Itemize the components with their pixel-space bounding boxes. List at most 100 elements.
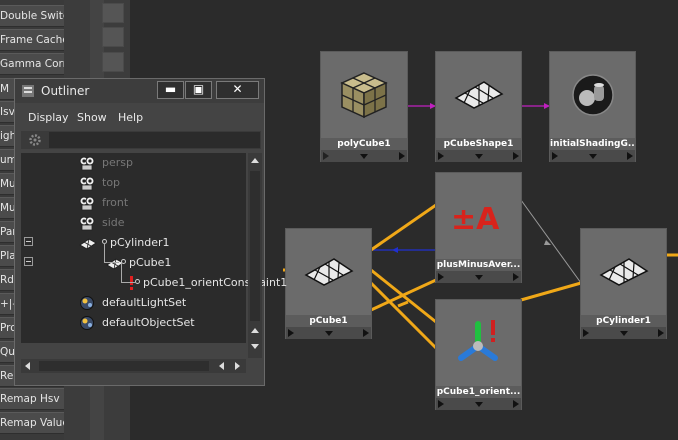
outliner-item[interactable]: front: [21, 193, 246, 213]
menu-show[interactable]: Show: [77, 111, 107, 124]
outliner-search-input[interactable]: [49, 132, 260, 148]
output-port-icon[interactable]: [513, 152, 519, 160]
edge-arrow: [392, 247, 398, 253]
input-port-icon[interactable]: [288, 329, 294, 337]
node-plusminusaverage[interactable]: ±A plusMinusAver...: [435, 172, 522, 283]
outliner-window[interactable]: Outliner ▬ ▣ ✕ Display Show Help persp to…: [14, 78, 287, 386]
outliner-item[interactable]: pCylinder1: [21, 233, 246, 253]
input-port-icon[interactable]: [552, 152, 558, 160]
outliner-item[interactable]: side: [21, 213, 246, 233]
camera-icon: [79, 216, 95, 231]
outliner-item[interactable]: pCube1: [21, 253, 246, 273]
horizontal-scroll-thumb[interactable]: [39, 361, 209, 371]
node-initialshadinggroup[interactable]: initialShadingG...: [549, 51, 636, 162]
close-icon: ✕: [232, 82, 243, 96]
output-port-icon[interactable]: [513, 273, 519, 281]
expand-node-icon[interactable]: [588, 153, 597, 159]
expand-node-icon[interactable]: [474, 274, 483, 280]
node-type-button[interactable]: Remap Value: [0, 412, 64, 434]
poly-cube-icon: [321, 52, 407, 138]
outliner-item[interactable]: defaultObjectSet: [21, 313, 246, 333]
node-controls[interactable]: [436, 271, 521, 283]
camera-icon: [79, 196, 95, 211]
output-port-icon[interactable]: [513, 400, 519, 408]
input-port-icon[interactable]: [438, 273, 444, 281]
expand-node-icon[interactable]: [360, 153, 368, 159]
outliner-item[interactable]: defaultLightSet: [21, 293, 246, 313]
outliner-titlebar[interactable]: Outliner ▬ ▣ ✕: [15, 79, 264, 103]
input-port-icon[interactable]: [583, 329, 589, 337]
filter-gear-icon[interactable]: [28, 133, 42, 147]
vertical-scrollbar[interactable]: [248, 153, 262, 358]
scroll-left-icon-right[interactable]: [219, 362, 224, 370]
scroll-down-icon[interactable]: [251, 344, 259, 349]
outliner-app-icon: [22, 85, 34, 97]
minimize-button[interactable]: ▬: [157, 81, 184, 99]
node-type-button[interactable]: Gamma Correct: [0, 53, 64, 75]
edge-pcube-to-pma: [370, 203, 437, 252]
node-type-button[interactable]: Remap Hsv: [0, 388, 64, 410]
scroll-up-icon-bottom[interactable]: [251, 328, 259, 333]
menu-help[interactable]: Help: [118, 111, 143, 124]
output-port-icon[interactable]: [627, 152, 633, 160]
collapse-toggle-icon[interactable]: [24, 237, 33, 246]
outliner-item-label: persp: [102, 156, 133, 169]
mesh-shape-icon: [286, 229, 371, 315]
camera-icon: [79, 176, 95, 191]
node-controls[interactable]: [286, 327, 371, 339]
node-label: pCylinder1: [581, 315, 666, 327]
outliner-item[interactable]: top: [21, 173, 246, 193]
outliner-item-label: pCylinder1: [110, 236, 170, 249]
node-type-button[interactable]: Frame Cache: [0, 29, 64, 51]
node-controls[interactable]: [581, 327, 666, 339]
node-controls[interactable]: [550, 150, 635, 162]
outliner-item[interactable]: pCube1_orientConstraint1: [21, 273, 287, 293]
set-icon: [80, 296, 94, 310]
node-pcube1-orientconstraint[interactable]: pCube1_orient...: [435, 299, 522, 410]
input-port-icon[interactable]: [438, 152, 444, 160]
close-button[interactable]: ✕: [216, 81, 259, 99]
node-controls[interactable]: [436, 150, 521, 162]
outliner-item-label: defaultObjectSet: [102, 316, 195, 329]
expand-node-icon[interactable]: [619, 330, 628, 336]
outliner-menubar: Display Show Help: [15, 106, 264, 128]
horizontal-scrollbar[interactable]: [21, 359, 246, 373]
edge-constraint-to-pcube: [370, 278, 437, 312]
scroll-up-icon[interactable]: [251, 158, 259, 163]
outliner-item-label: side: [102, 216, 125, 229]
edge-join: [397, 300, 409, 308]
shading-group-icon: [550, 52, 635, 138]
node-label: plusMinusAver...: [436, 259, 521, 271]
menu-display[interactable]: Display: [28, 111, 69, 124]
camera-icon: [79, 156, 95, 171]
node-pcylinder1[interactable]: pCylinder1: [580, 228, 667, 339]
scroll-left-icon[interactable]: [25, 362, 30, 370]
expand-node-icon[interactable]: [474, 401, 483, 407]
node-controls[interactable]: [436, 398, 521, 410]
node-pcubeshape1[interactable]: pCubeShape1: [435, 51, 522, 162]
node-polycube1[interactable]: polyCube1: [320, 51, 408, 162]
output-port-icon[interactable]: [363, 329, 369, 337]
maximize-icon: ▣: [192, 82, 205, 96]
maximize-button[interactable]: ▣: [185, 81, 212, 99]
node-label: pCubeShape1: [436, 138, 521, 150]
input-port-icon[interactable]: [438, 400, 444, 408]
mesh-shape-icon: [581, 229, 666, 315]
hierarchy-connector: [135, 279, 140, 284]
output-port-icon[interactable]: [658, 329, 664, 337]
scroll-right-icon[interactable]: [235, 362, 240, 370]
svg-text:±A: ±A: [451, 202, 500, 237]
expand-node-icon[interactable]: [474, 153, 483, 159]
mesh-icon: [79, 238, 97, 250]
node-type-button[interactable]: Double Switch: [0, 5, 64, 27]
input-port-icon[interactable]: [323, 152, 329, 160]
outliner-list[interactable]: persp top front side pCylinder1 pCube1 pCube1_…: [21, 153, 287, 343]
node-controls[interactable]: [321, 150, 407, 162]
node-pcube1[interactable]: pCube1: [285, 228, 372, 339]
outliner-title: Outliner: [41, 84, 90, 98]
vertical-scroll-thumb[interactable]: [250, 171, 260, 321]
output-port-icon[interactable]: [399, 152, 405, 160]
outliner-item[interactable]: persp: [21, 153, 246, 173]
expand-node-icon[interactable]: [324, 330, 333, 336]
collapse-toggle-icon[interactable]: [24, 257, 33, 266]
